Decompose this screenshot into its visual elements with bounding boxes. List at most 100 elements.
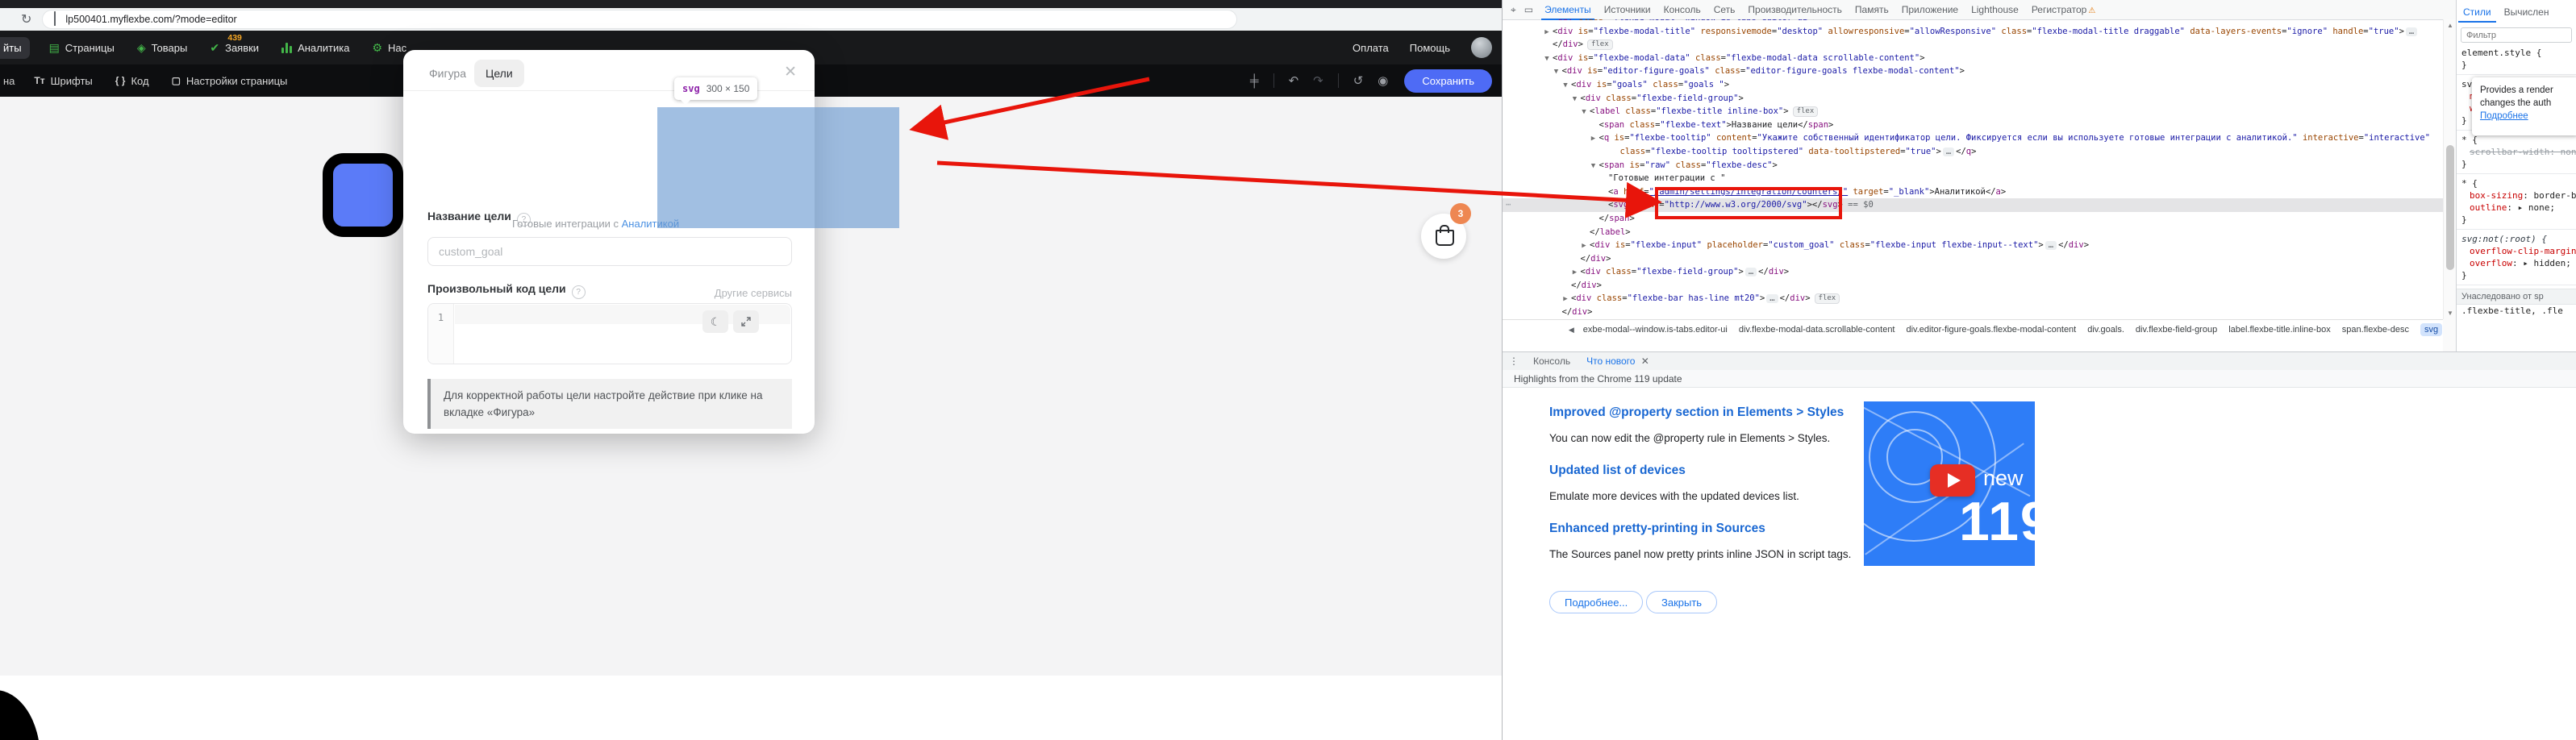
drawer-menu-icon[interactable]: ⋮ [1509, 355, 1519, 367]
toolbar-item-Шрифты[interactable]: ТтШрифты [34, 75, 92, 87]
lock-icon[interactable] [54, 12, 57, 27]
goal-id-input[interactable] [427, 237, 792, 266]
styles-tab-Вычислен[interactable]: Вычислен [2498, 2, 2556, 23]
tab-figure[interactable]: Фигура [418, 60, 477, 87]
styles-filter-input[interactable] [2461, 27, 2572, 43]
tree-arrow-icon[interactable]: ▼ [1569, 93, 1581, 106]
scroll-down-icon[interactable]: ▼ [2444, 310, 2457, 317]
elements-row[interactable]: "Готовые интеграции с " [1503, 172, 2443, 185]
elements-row[interactable]: <a href="/admin/settings/integration/cou… [1503, 185, 2443, 199]
elements-row[interactable]: <div class="flexbe-modal--window is-tabs… [1503, 19, 2443, 25]
flex-badge[interactable]: flex [1793, 106, 1819, 117]
toolbar-item-Страницы[interactable]: ▤Страницы [49, 42, 115, 54]
breadcrumb-item[interactable]: div.flexbe-modal-data.scrollable-content [1739, 325, 1895, 335]
css-selector[interactable]: * { [2457, 134, 2576, 146]
sites-tab-partial[interactable]: йты [0, 37, 30, 59]
scroll-up-icon[interactable]: ▲ [2444, 22, 2457, 29]
tree-arrow-icon[interactable]: ▼ [1541, 52, 1553, 66]
css-property[interactable]: outline: ▸ none; [2457, 202, 2576, 214]
css-selector[interactable]: svg:not(:root) { [2457, 233, 2576, 245]
devtools-tab-Сеть[interactable]: Сеть [1707, 0, 1742, 19]
elements-row[interactable]: ▼<label class="flexbe-title inline-box">… [1503, 105, 2443, 118]
elements-row[interactable]: ▼<span is="raw" class="flexbe-desc"> [1503, 159, 2443, 173]
tree-arrow-icon[interactable]: ▼ [1551, 65, 1562, 79]
other-services-link[interactable]: Другие сервисы [715, 287, 792, 299]
elements-row[interactable]: ▶<div class="flexbe-field-group">…</div> [1503, 265, 2443, 279]
toolbar-item-Код[interactable]: { }Код [115, 75, 149, 87]
tree-arrow-icon[interactable]: ▶ [1541, 26, 1553, 39]
flex-badge[interactable]: flex [1587, 39, 1613, 50]
learn-more-link[interactable]: Подробнее [2480, 111, 2528, 121]
toolbar-item-Заявки[interactable]: ✔Заявки439 [210, 42, 259, 54]
close-icon[interactable]: ✕ [1638, 355, 1649, 367]
css-selector[interactable]: .flexbe-title, .fle [2457, 305, 2576, 317]
drawer-tab-Консоль[interactable]: Консоль [1525, 353, 1578, 369]
css-property[interactable]: overflow-clip-margin: content-box; [2457, 245, 2576, 257]
breadcrumb-item[interactable]: exbe-modal--window.is-tabs.editor-ui [1583, 325, 1728, 335]
css-property[interactable]: scrollbar-width: none; [2457, 146, 2576, 158]
whats-new-title-link[interactable]: Enhanced pretty-printing in Sources [1549, 522, 1765, 536]
breadcrumb-item[interactable]: span.flexbe-desc [2342, 325, 2409, 335]
tree-arrow-icon[interactable]: ▼ [1578, 106, 1590, 119]
css-property[interactable]: overflow: ▸ hidden; [2457, 257, 2576, 269]
elements-row[interactable]: <span class="flexbe-text">Название цели<… [1503, 118, 2443, 132]
elements-row[interactable]: ▼<div class="flexbe-field-group"> [1503, 92, 2443, 106]
breadcrumb-item[interactable]: div.editor-figure-goals.flexbe-modal-con… [1907, 325, 2077, 335]
code-editor[interactable]: 1 ☾ [427, 303, 792, 364]
help-link[interactable]: Помощь [1410, 42, 1450, 54]
devtools-tab-Производительность[interactable]: Производительность [1741, 0, 1848, 19]
preview-icon[interactable]: ◉ [1378, 73, 1388, 88]
elements-row[interactable]: class="flexbe-tooltip tooltipstered" dat… [1503, 145, 2443, 159]
devtools-tab-Источники[interactable]: Источники [1598, 0, 1657, 19]
reload-icon[interactable]: ↻ [21, 11, 31, 27]
elements-row[interactable]: </div> [1503, 252, 2443, 266]
css-property[interactable]: box-sizing: border-box; [2457, 189, 2576, 202]
inspect-cursor-icon[interactable]: ⌖ [1511, 4, 1516, 16]
elements-row[interactable]: ▼<div is="goals" class="goals "> [1503, 78, 2443, 92]
figure-element[interactable] [323, 153, 403, 237]
elements-row[interactable]: ▶<div is="flexbe-modal-title" responsive… [1503, 25, 2443, 39]
redo-icon[interactable]: ↷ [1313, 73, 1323, 88]
elements-row[interactable]: </div> [1503, 306, 2443, 319]
devtools-tab-Приложение[interactable]: Приложение [1895, 0, 1965, 19]
elements-scrollbar[interactable]: ▲ ▼ [2443, 19, 2457, 319]
tab-goals[interactable]: Цели [474, 60, 524, 87]
elements-row[interactable]: </label> [1503, 226, 2443, 239]
chrome-119-thumbnail[interactable]: new 119 [1864, 401, 2035, 566]
elements-row[interactable]: ▼<div is="editor-figure-goals" class="ed… [1503, 64, 2443, 78]
devtools-tab-Элементы[interactable]: Элементы [1538, 0, 1598, 19]
help-icon[interactable]: ? [572, 285, 586, 299]
tree-arrow-icon[interactable]: ▶ [1569, 266, 1581, 280]
toolbar-item-Товары[interactable]: ◈Товары [137, 42, 188, 54]
elements-row-selected[interactable]: ⋯<svg xmlns="http://www.w3.org/2000/svg"… [1503, 198, 2443, 212]
elements-row[interactable]: </span> [1503, 212, 2443, 226]
tune-icon[interactable]: ╪ [1250, 74, 1259, 88]
breadcrumb-item[interactable]: div.goals. [2087, 325, 2124, 335]
tree-arrow-icon[interactable]: ▶ [1560, 293, 1571, 306]
tree-arrow-icon[interactable]: ▶ [1578, 239, 1590, 253]
undo-icon[interactable]: ↶ [1289, 73, 1299, 88]
elements-row[interactable]: </div> [1503, 279, 2443, 293]
account-avatar[interactable] [1471, 37, 1492, 58]
css-selector[interactable]: * { [2457, 177, 2576, 189]
elements-row[interactable]: ▶<div class="flexbe-bar has-line mt20">…… [1503, 292, 2443, 306]
breadcrumb-item[interactable]: label.flexbe-title.inline-box [2228, 325, 2331, 335]
tree-arrow-icon[interactable]: ▼ [1588, 160, 1599, 173]
devtools-tab-Регистратор[interactable]: Регистратор⚠ [2025, 0, 2103, 19]
expand-icon[interactable] [733, 310, 759, 333]
dark-mode-icon[interactable]: ☾ [702, 310, 728, 333]
styles-tab-Стили[interactable]: Стили [2457, 2, 2498, 23]
elements-row[interactable]: ▼<div is="flexbe-modal-data" class="flex… [1503, 52, 2443, 65]
save-button[interactable]: Сохранить [1404, 69, 1492, 93]
history-icon[interactable]: ↺ [1353, 73, 1364, 88]
breadcrumb-item[interactable]: div.flexbe-field-group [2136, 325, 2217, 335]
css-selector[interactable]: element.style { [2457, 47, 2576, 59]
elements-row[interactable]: ▶<q is="flexbe-tooltip" content="Укажите… [1503, 131, 2443, 145]
toolbar-item-Нас[interactable]: ⚙Нас [372, 42, 406, 54]
address-bar[interactable]: lp500401.myflexbe.com/?mode=editor [43, 10, 1236, 28]
details-button[interactable]: Подробнее... [1549, 591, 1643, 613]
elements-row[interactable]: ▶<div is="flexbe-input" placeholder="cus… [1503, 239, 2443, 252]
breadcrumb-item[interactable]: svg [2420, 323, 2442, 336]
row-overflow-icon[interactable]: ⋯ [1506, 198, 1511, 212]
close-icon[interactable]: ✕ [784, 63, 797, 81]
